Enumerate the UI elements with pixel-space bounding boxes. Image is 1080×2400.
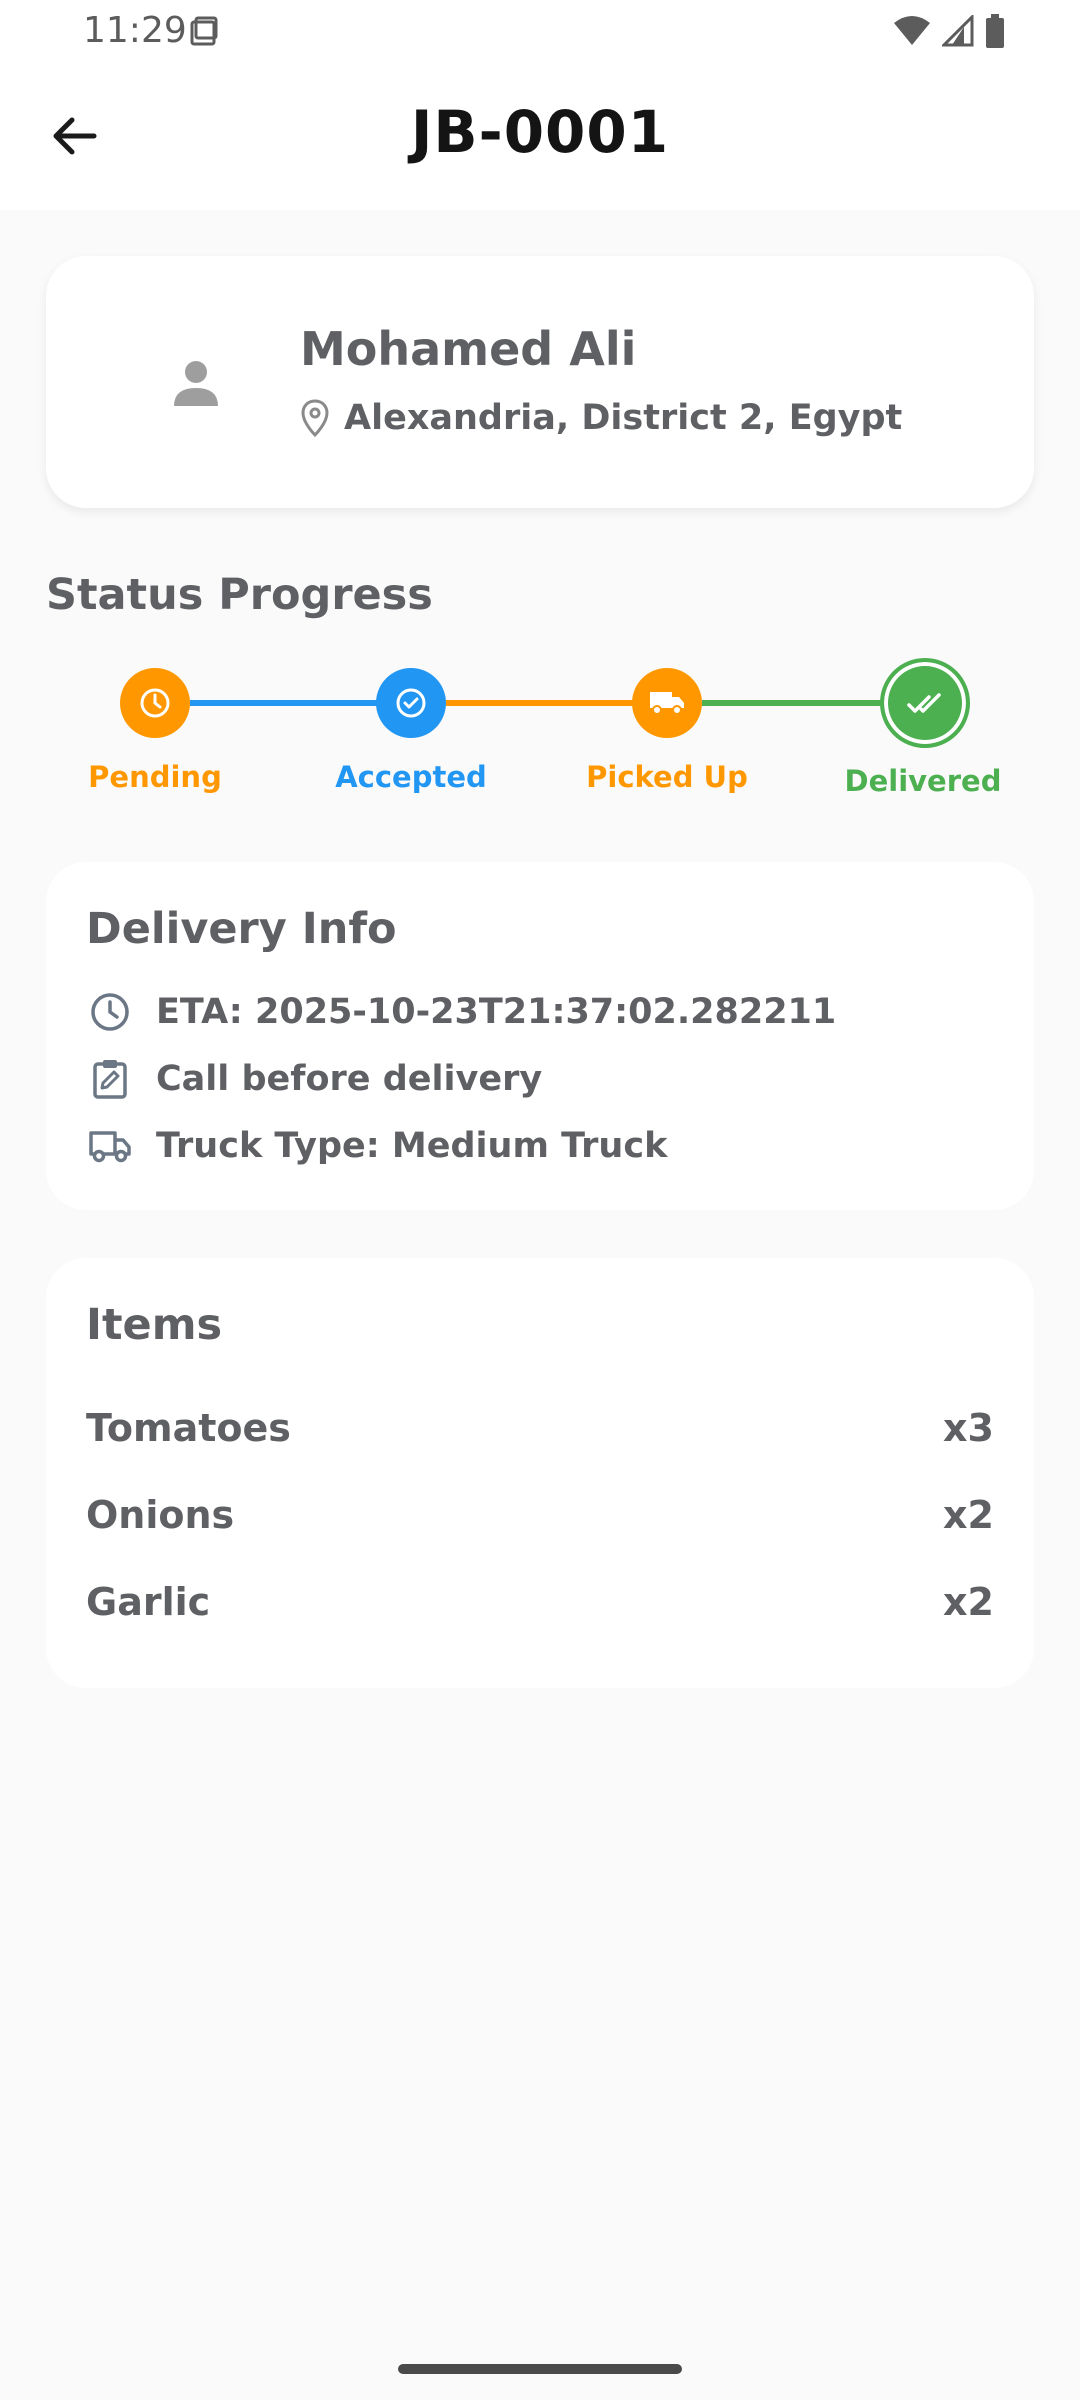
- step-delivered-node: [880, 658, 970, 748]
- progress-connector: [446, 700, 634, 706]
- clipboard-edit-icon: [93, 1060, 127, 1099]
- avatar: [146, 332, 246, 432]
- step-pending-node: [120, 668, 190, 738]
- items-card: Items Tomatoes x3 Onions x2 Garlic x2: [46, 1258, 1034, 1688]
- delivery-info-card: Delivery Info ETA: 2025-10-23T21:37:02.2…: [46, 862, 1034, 1210]
- list-item: Garlic x2: [86, 1580, 994, 1624]
- step-picked-up-label: Picked Up: [586, 760, 748, 794]
- location-pin-icon: [301, 399, 329, 437]
- clock-icon: [91, 993, 129, 1031]
- item-qty: x2: [943, 1493, 994, 1537]
- customer-location: Alexandria, District 2, Egypt: [300, 398, 902, 438]
- truck-icon: [89, 1131, 131, 1163]
- item-qty: x3: [943, 1406, 994, 1450]
- double-check-icon: [907, 693, 941, 713]
- step-delivered-label: Delivered: [844, 764, 1002, 798]
- status-icons: [892, 14, 1006, 48]
- wifi-icon: [894, 16, 930, 45]
- step-picked-up-node: [632, 668, 702, 738]
- truck-type-row: Truck Type: Medium Truck: [86, 1122, 667, 1170]
- truck-icon: [650, 692, 684, 715]
- note-row: Call before delivery: [86, 1055, 542, 1103]
- list-item: Tomatoes x3: [86, 1406, 994, 1450]
- status-progress-title: Status Progress: [46, 570, 433, 620]
- app-bar: JB-0001: [0, 62, 1080, 210]
- status-progress: Pending Accepted Picked Up Delivered: [0, 658, 1080, 810]
- list-item: Onions x2: [86, 1493, 994, 1537]
- step-accepted-node: [376, 668, 446, 738]
- person-icon: [174, 361, 218, 406]
- status-time: 11:29: [83, 10, 187, 51]
- item-name: Tomatoes: [86, 1406, 291, 1450]
- truck-type-text: Truck Type: Medium Truck: [156, 1126, 668, 1166]
- item-qty: x2: [943, 1580, 994, 1624]
- battery-icon: [986, 14, 1004, 48]
- check-circle-icon: [396, 688, 426, 718]
- sim-card-icon: [190, 16, 218, 46]
- signal-icon: [942, 15, 974, 47]
- item-name: Garlic: [86, 1580, 211, 1624]
- delivery-note-text: Call before delivery: [156, 1059, 543, 1099]
- clock-icon: [140, 688, 170, 718]
- customer-name: Mohamed Ali: [300, 322, 637, 376]
- item-name: Onions: [86, 1493, 235, 1537]
- customer-card: Mohamed Ali Alexandria, District 2, Egyp…: [46, 256, 1034, 508]
- delivery-info-title: Delivery Info: [86, 904, 397, 954]
- customer-location-text: Alexandria, District 2, Egypt: [344, 398, 903, 438]
- eta-text: ETA: 2025-10-23T21:37:02.282211: [156, 992, 837, 1032]
- home-indicator[interactable]: [398, 2364, 682, 2374]
- step-accepted-label: Accepted: [335, 760, 487, 794]
- step-pending-label: Pending: [88, 760, 222, 794]
- eta-row: ETA: 2025-10-23T21:37:02.282211: [86, 988, 836, 1036]
- items-title: Items: [86, 1300, 223, 1350]
- progress-connector: [190, 700, 378, 706]
- page-title: JB-0001: [410, 98, 670, 166]
- status-bar: 11:29: [0, 0, 1080, 62]
- progress-connector: [702, 700, 890, 706]
